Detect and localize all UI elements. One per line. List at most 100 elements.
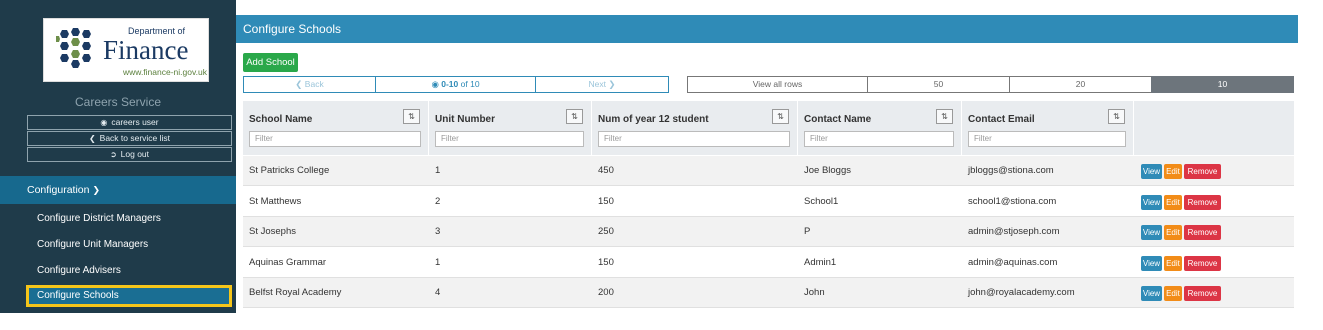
sort-icon[interactable]: ⇅ [403,109,420,124]
user-button[interactable]: ◉ careers user [27,115,232,130]
sort-icon[interactable]: ⇅ [936,109,953,124]
pager-next-button[interactable]: Next ❯ [535,76,669,93]
department-logo: Department of Finance www.finance-ni.gov… [43,18,209,82]
column-contact-email: Contact Email ⇅ Filter [962,101,1134,155]
back-to-service-list-button[interactable]: ❮ Back to service list [27,131,232,146]
header-label: Contact Email [968,114,1035,125]
table-cell: School1 [804,195,839,207]
menu-configure-unit-managers[interactable]: Configure Unit Managers [37,239,148,250]
logout-icon: ➲ [109,150,117,159]
column-unit-number: Unit Number ⇅ Filter [429,101,592,155]
view-button[interactable]: View [1141,164,1162,179]
table-row: Aquinas Grammar 1 150 Admin1 admin@aquinas.c… [243,247,1294,278]
remove-button[interactable]: Remove [1184,225,1221,240]
remove-button[interactable]: Remove [1184,164,1221,179]
logout-label: Log out [120,149,150,159]
remove-button[interactable]: Remove [1184,194,1221,210]
chevron-left-icon: ❮ [88,134,96,143]
logo-url-text: www.finance-ni.gov.uk [123,67,207,77]
sidebar: Department of Finance www.finance-ni.gov… [0,0,236,313]
logout-button[interactable]: ➲ Log out [27,147,232,162]
table-row: Belfst Royal Academy 4 200 John john@royalac… [243,278,1294,308]
table-cell: jbloggs@stiona.com [968,165,1054,176]
rows-option-50[interactable]: 50 [867,76,1010,93]
pager-total: of 10 [460,79,480,89]
table-cell: Admin1 [804,256,837,268]
menu-configure-schools[interactable]: Configure Schools [26,285,232,307]
column-year12: Num of year 12 student ⇅ Filter [592,101,798,155]
menu-configure-district-managers[interactable]: Configure District Managers [37,213,161,224]
table-cell: 250 [598,226,614,237]
table-header: School Name ⇅ Filter Unit Number ⇅ Filte… [243,101,1294,155]
view-button[interactable]: View [1141,194,1162,210]
view-button[interactable]: View [1141,255,1162,271]
add-school-button[interactable]: Add School [243,53,298,72]
sort-icon[interactable]: ⇅ [1108,109,1125,124]
column-contact-name: Contact Name ⇅ Filter [798,101,962,155]
table-cell: 150 [598,195,614,207]
remove-button[interactable]: Remove [1184,255,1221,271]
column-school-name: School Name ⇅ Filter [243,101,429,155]
pager-range: ◉ 0-10 of 10 [375,76,536,93]
edit-button[interactable]: Edit [1164,194,1182,210]
table-cell: 3 [435,226,441,237]
table-cell: 200 [598,287,614,298]
header-label: Unit Number [435,114,495,125]
sort-icon[interactable]: ⇅ [566,109,583,124]
pager-next-label: Next [588,79,606,89]
edit-button[interactable]: Edit [1164,164,1182,179]
user-circle-icon: ◉ [100,118,108,127]
column-actions [1134,101,1294,155]
header-label: School Name [249,114,313,125]
page-title: Configure Schools [236,15,1298,43]
hexagon-logo-icon [56,28,91,68]
edit-button[interactable]: Edit [1164,286,1182,301]
edit-button[interactable]: Edit [1164,255,1182,271]
chevron-left-icon: ❮ [295,79,303,89]
table-cell: Aquinas Grammar [249,256,327,268]
rows-option-10[interactable]: 10 [1151,76,1294,93]
table-cell: 150 [598,256,614,268]
table-cell: school1@stiona.com [968,195,1057,207]
edit-button[interactable]: Edit [1164,225,1182,240]
table-cell: Belfst Royal Academy [249,287,342,298]
filter-input-contact-email[interactable]: Filter [968,131,1126,147]
service-title: Careers Service [74,95,162,109]
logo-name-text: Finance [103,35,189,65]
view-button[interactable]: View [1141,286,1162,301]
sort-icon[interactable]: ⇅ [772,109,789,124]
pager-back-label: Back [304,79,324,89]
table-cell: Joe Bloggs [804,165,852,176]
filter-input-unit-number[interactable]: Filter [435,131,584,147]
pager-range-value: 0-10 [441,79,459,89]
filter-input-contact-name[interactable]: Filter [804,131,954,147]
table-cell: 1 [435,165,441,176]
view-button[interactable]: View [1141,225,1162,240]
table-row: St Josephs 3 250 Padmin@stjoseph.com View Edi… [243,217,1294,247]
pager-back-button[interactable]: ❮ Back [243,76,376,93]
table-cell: St Josephs [249,226,296,237]
table-cell: admin@stjoseph.com [968,226,1060,237]
back-label: Back to service list [99,133,171,143]
configuration-menu-toggle[interactable]: Configuration ❯ [0,176,236,204]
remove-button[interactable]: Remove [1184,286,1221,301]
table-cell: 4 [435,287,441,298]
header-label: Contact Name [804,114,872,125]
table-cell: 1 [435,256,441,268]
rows-option-20[interactable]: 20 [1009,76,1152,93]
table-cell: P [804,226,811,237]
app: Department of Finance www.finance-ni.gov… [0,0,1323,330]
filter-input-year12[interactable]: Filter [598,131,790,147]
table-cell: 2 [435,195,441,207]
chevron-down-icon: ❯ [92,185,101,195]
rows-option-all[interactable]: View all rows [687,76,868,93]
table-cell: john@royalacademy.com [968,287,1075,298]
menu-configure-advisers[interactable]: Configure Advisers [37,265,121,276]
table-cell: St Patricks College [249,165,330,176]
header-label: Num of year 12 student [598,114,709,125]
chevron-right-icon: ❯ [608,79,616,89]
configuration-label: Configuration [27,184,90,196]
table-row: St Patricks College 1 450 Joe Bloggs jbloggs… [243,156,1294,186]
table-cell: 450 [598,165,614,176]
filter-input-school-name[interactable]: Filter [249,131,421,147]
